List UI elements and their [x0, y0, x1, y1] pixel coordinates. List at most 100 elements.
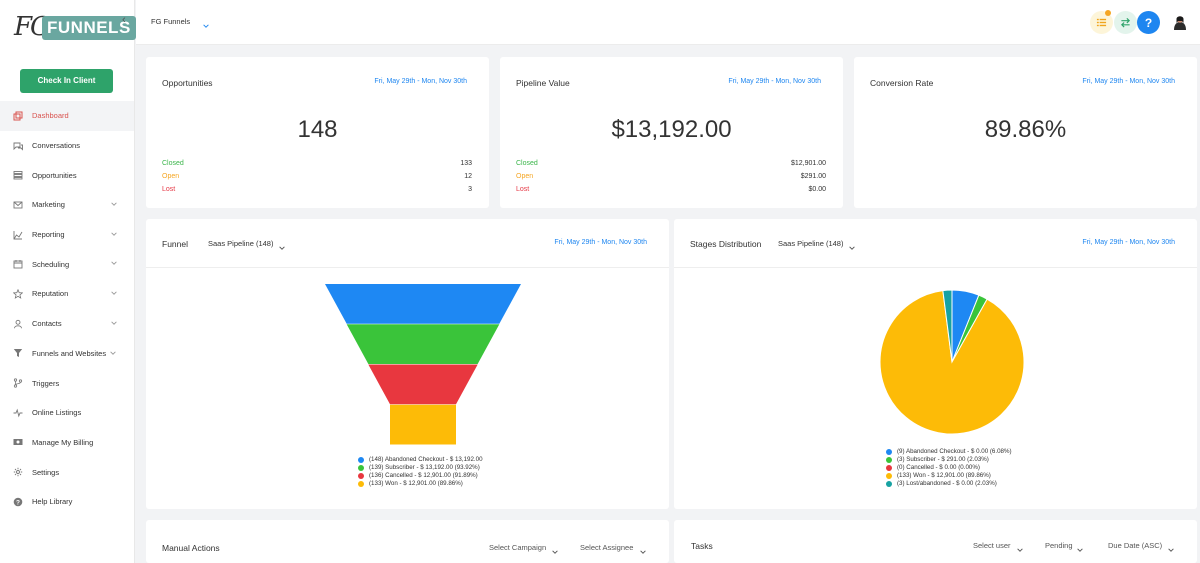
funnel-card: Funnel Saas Pipeline (148) Fri, May 29th… — [146, 219, 669, 509]
chevron-down-icon[interactable] — [110, 230, 118, 240]
sidebar-item-label: Reputation — [32, 289, 69, 299]
dashboard-icon — [11, 109, 25, 123]
legend-item[interactable]: (3) Subscriber - $ 291.00 (2.03%) — [886, 456, 989, 463]
help-button[interactable]: ? — [1137, 11, 1160, 34]
legend-item[interactable]: (148) Abandoned Checkout - $ 13,192.00 — [358, 456, 483, 463]
legend-item[interactable]: (136) Cancelled - $ 12,901.00 (91.89%) — [358, 472, 478, 479]
legend-swatch — [886, 472, 892, 479]
sidebar-item-contacts[interactable]: Contacts — [0, 309, 134, 339]
sidebar-item-label: Opportunities — [32, 170, 77, 180]
swap-arrows-icon — [1120, 17, 1131, 28]
lost-value: 3 — [468, 186, 472, 193]
chevron-down-icon[interactable] — [109, 349, 117, 359]
chevron-down-icon[interactable] — [110, 200, 118, 210]
legend-item[interactable]: (139) Subscriber - $ 13,192.00 (93.92%) — [358, 464, 480, 471]
sidebar-item-settings[interactable]: Settings — [0, 457, 134, 487]
pulse-icon — [11, 406, 25, 420]
sidebar-item-conversations[interactable]: Conversations — [0, 131, 134, 161]
closed-value: 133 — [460, 160, 472, 167]
account-switcher[interactable]: FG Funnels — [151, 17, 190, 26]
sidebar-item-reputation[interactable]: Reputation — [0, 279, 134, 309]
conversion-rate-card: Conversion Rate Fri, May 29th - Mon, Nov… — [854, 57, 1197, 208]
card-title: Manual Actions — [162, 543, 220, 553]
legend-label: (9) Abandoned Checkout - $ 0.00 (6.08%) — [897, 448, 1012, 455]
chevron-down-icon[interactable] — [110, 319, 118, 329]
legend-label: (136) Cancelled - $ 12,901.00 (91.89%) — [369, 472, 478, 479]
select-user-filter[interactable]: Select user — [973, 541, 1011, 550]
card-title: Conversion Rate — [870, 78, 934, 88]
chat-icon — [11, 139, 25, 153]
avatar[interactable] — [1170, 13, 1190, 33]
legend-swatch — [886, 464, 892, 471]
funnel-segment-abandoned-checkout[interactable] — [325, 284, 521, 324]
notification-dot — [1105, 10, 1111, 16]
switch-button[interactable] — [1114, 11, 1137, 34]
sidebar-item-label: Reporting — [32, 230, 65, 240]
open-label: Open — [516, 173, 534, 180]
open-value: 12 — [464, 173, 472, 180]
sidebar-item-label: Help Library — [32, 497, 73, 507]
user-icon — [11, 317, 25, 331]
legend-swatch — [886, 480, 892, 487]
opportunities-card: Opportunities Fri, May 29th - Mon, Nov 3… — [146, 57, 489, 208]
chevron-down-icon[interactable] — [551, 543, 559, 561]
sidebar-item-marketing[interactable]: Marketing — [0, 190, 134, 220]
legend-label: (139) Subscriber - $ 13,192.00 (93.92%) — [369, 464, 480, 471]
sidebar-item-funnels-and-websites[interactable]: Funnels and Websites — [0, 339, 134, 369]
card-title: Opportunities — [162, 78, 213, 88]
sidebar-item-label: Scheduling — [32, 259, 70, 269]
chevron-down-icon[interactable] — [1167, 541, 1175, 559]
logo[interactable]: FG FUNNELS — [14, 12, 136, 48]
manual-actions-card: Manual Actions Select Campaign Select As… — [146, 520, 669, 563]
chevron-down-icon[interactable] — [639, 543, 647, 561]
check-in-client-button[interactable]: Check In Client — [20, 69, 113, 93]
chevron-down-icon[interactable] — [1016, 541, 1024, 559]
sidebar-item-label: Online Listings — [32, 408, 82, 418]
sidebar-item-dashboard[interactable]: Dashboard — [0, 101, 134, 131]
lost-label: Lost — [162, 186, 176, 193]
legend-item[interactable]: (3) Lost/abandoned - $ 0.00 (2.03%) — [886, 480, 997, 487]
sidebar-item-online-listings[interactable]: Online Listings — [0, 398, 134, 428]
chevron-down-icon[interactable] — [202, 17, 210, 35]
chevron-down-icon[interactable] — [110, 259, 118, 269]
legend-item[interactable]: (133) Won - $ 12,901.00 (89.86%) — [358, 480, 463, 487]
billing-icon — [11, 435, 25, 449]
funnel-segment-subscriber[interactable] — [346, 324, 500, 364]
legend-label: (0) Cancelled - $ 0.00 (0.00%) — [897, 464, 980, 471]
legend-label: (3) Lost/abandoned - $ 0.00 (2.03%) — [897, 480, 997, 487]
sidebar-item-manage-my-billing[interactable]: Manage My Billing — [0, 428, 134, 458]
open-value: $291.00 — [800, 173, 826, 180]
funnel-segment-won[interactable] — [390, 404, 456, 445]
list-icon — [1096, 18, 1107, 27]
closed-label: Closed — [162, 160, 184, 167]
chevron-down-icon[interactable] — [110, 289, 118, 299]
sidebar-item-help-library[interactable]: ? Help Library — [0, 487, 134, 517]
sidebar-item-label: Dashboard — [32, 111, 69, 121]
select-assignee-filter[interactable]: Select Assignee — [580, 543, 633, 552]
legend-item[interactable]: (9) Abandoned Checkout - $ 0.00 (6.08%) — [886, 448, 1012, 455]
collapse-sidebar-icon[interactable]: ‹ — [122, 14, 126, 26]
status-filter[interactable]: Pending — [1045, 541, 1073, 550]
sidebar-item-label: Funnels and Websites — [32, 348, 107, 358]
lost-value: $0.00 — [808, 186, 826, 193]
select-campaign-filter[interactable]: Select Campaign — [489, 543, 546, 552]
date-range[interactable]: Fri, May 29th - Mon, Nov 30th — [1082, 78, 1175, 85]
filter-icon — [11, 346, 25, 360]
legend-item[interactable]: (0) Cancelled - $ 0.00 (0.00%) — [886, 464, 980, 471]
legend-item[interactable]: (133) Won - $ 12,901.00 (89.86%) — [886, 472, 991, 479]
sidebar-item-triggers[interactable]: Triggers — [0, 368, 134, 398]
sort-filter[interactable]: Due Date (ASC) — [1108, 541, 1162, 550]
top-bar: FG Funnels ? — [136, 0, 1200, 45]
sidebar-item-scheduling[interactable]: Scheduling — [0, 249, 134, 279]
branch-icon — [11, 376, 25, 390]
sidebar-item-reporting[interactable]: Reporting — [0, 220, 134, 250]
legend-swatch — [358, 480, 364, 487]
funnel-segment-cancelled[interactable] — [368, 364, 478, 405]
legend-label: (3) Subscriber - $ 291.00 (2.03%) — [897, 456, 989, 463]
chevron-down-icon[interactable] — [1076, 541, 1084, 559]
sidebar: FG FUNNELS ‹ Check In Client Dashboard Co… — [0, 0, 136, 563]
date-range[interactable]: Fri, May 29th - Mon, Nov 30th — [728, 78, 821, 85]
conversion-rate-total: 89.86% — [984, 116, 1067, 143]
date-range[interactable]: Fri, May 29th - Mon, Nov 30th — [374, 78, 467, 85]
sidebar-item-opportunities[interactable]: Opportunities — [0, 160, 134, 190]
